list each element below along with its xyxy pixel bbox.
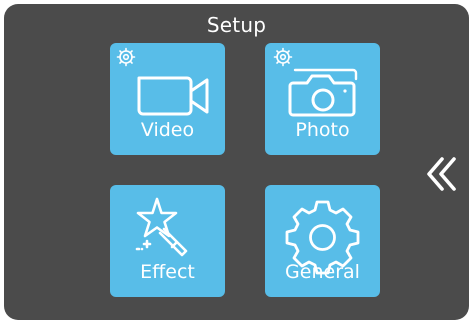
video-tile[interactable]: Video: [110, 43, 225, 155]
general-tile[interactable]: General: [265, 185, 380, 297]
effect-tile-label: Effect: [140, 261, 195, 283]
double-chevron-left-icon: [427, 157, 456, 191]
photo-tile-label: Photo: [295, 119, 350, 141]
video-tile-label: Video: [140, 119, 195, 141]
setup-screen: Setup Video Photo Effect General: [4, 4, 469, 320]
page-title: Setup: [206, 13, 267, 37]
back-button[interactable]: [423, 154, 459, 194]
photo-tile[interactable]: Photo: [265, 43, 380, 155]
effect-tile[interactable]: Effect: [110, 185, 225, 297]
general-tile-label: General: [285, 261, 360, 283]
